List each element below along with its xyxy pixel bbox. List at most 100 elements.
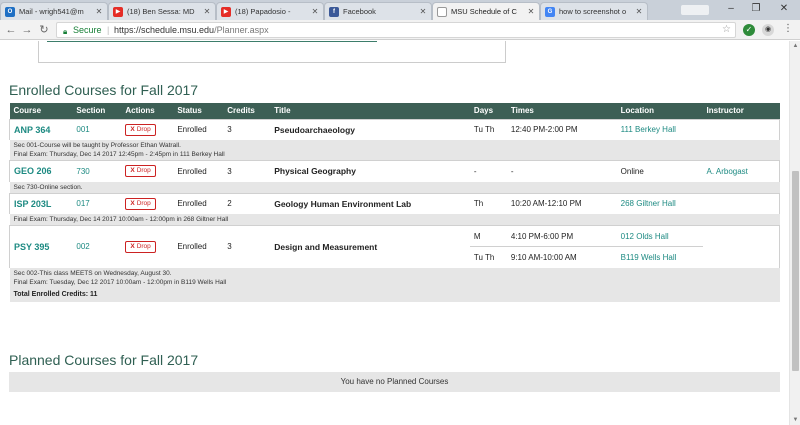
youtube-icon: ▶ — [113, 6, 123, 17]
planned-empty-message: You have no Planned Courses — [9, 372, 780, 392]
course-code-link[interactable]: GEO 206 — [14, 166, 52, 176]
location-link[interactable]: 268 Giltner Hall — [621, 199, 676, 208]
instructor-link[interactable]: A. Arbogast — [707, 167, 748, 176]
vertical-scrollbar[interactable]: ▲ ▼ — [789, 41, 800, 425]
course-note: Final Exam: Thursday, Dec 14 2017 10:00a… — [13, 216, 229, 223]
header-section: Section — [72, 103, 122, 119]
tab-label: MSU Schedule of C — [451, 7, 517, 16]
browser-tab-google[interactable]: G how to screenshot o ✕ — [540, 2, 648, 20]
forward-arrow-icon[interactable]: → — [20, 23, 34, 37]
planned-section-title: Planned Courses for Fall 2017 — [9, 352, 199, 368]
close-tab-icon[interactable]: ✕ — [634, 7, 644, 16]
course-notes-row: Final Exam: Thursday, Dec 14 2017 10:00a… — [9, 214, 780, 226]
days-cell: Th — [469, 192, 507, 214]
credits-cell: 2 — [223, 192, 271, 214]
profile-button[interactable] — [681, 5, 709, 15]
header-status: Status — [173, 103, 224, 119]
lock-icon: 🔒︎ — [63, 27, 68, 36]
section-link[interactable]: 730 — [76, 167, 89, 176]
url-host: https://schedule.msu.edu — [114, 25, 215, 35]
header-days: Days — [469, 103, 507, 119]
course-note: Sec 001-Course will be taught by Profess… — [13, 142, 181, 149]
url-path: /Planner.aspx — [214, 25, 269, 35]
location-link[interactable]: B119 Wells Hall — [621, 253, 677, 262]
close-window-icon[interactable]: ✕ — [775, 2, 793, 16]
days-cell: Tu Th — [469, 118, 507, 140]
back-arrow-icon[interactable]: ← — [4, 23, 18, 37]
header-instructor: Instructor — [702, 103, 780, 119]
section-link[interactable]: 017 — [76, 199, 89, 208]
course-title: Design and Measurement — [274, 241, 378, 252]
table-row: ANP 364 001 X Drop Enrolled 3 Pseudoarcha… — [9, 118, 780, 140]
close-tab-icon[interactable]: ✕ — [94, 7, 104, 16]
times-cell: 4:10 PM-6:00 PM — [506, 225, 617, 247]
drop-button[interactable]: X Drop — [125, 165, 156, 178]
tab-label: (18) Ben Sessa: MD — [127, 7, 195, 16]
course-title: Pseudoarchaeology — [274, 124, 355, 135]
browser-tab-mail[interactable]: O Mail - wrigh541@m ✕ — [0, 2, 108, 20]
google-icon: G — [545, 6, 555, 17]
tab-label: Mail - wrigh541@m — [19, 7, 84, 16]
table-row: PSY 395 002 X Drop Enrolled 3 Design and … — [9, 225, 780, 268]
total-credits: Total Enrolled Credits: 11 — [9, 287, 780, 302]
scroll-down-icon[interactable]: ▼ — [790, 415, 800, 425]
browser-tab-youtube-1[interactable]: ▶ (18) Ben Sessa: MD ✕ — [108, 2, 216, 20]
tab-label: how to screenshot o — [559, 7, 627, 16]
course-title: Geology Human Environment Lab — [274, 198, 412, 209]
days-cell: - — [469, 160, 507, 182]
section-link[interactable]: 002 — [76, 242, 89, 251]
drop-button[interactable]: X Drop — [125, 240, 156, 253]
address-bar[interactable]: 🔒︎ Secure | https://schedule.msu.edu/Pla… — [56, 22, 736, 38]
close-tab-icon[interactable]: ✕ — [526, 7, 536, 16]
course-title: Physical Geography — [274, 166, 356, 177]
extension-icon[interactable]: ◉ — [762, 24, 774, 36]
previous-section-box — [38, 41, 506, 63]
status-cell: Enrolled — [173, 160, 224, 182]
close-tab-icon[interactable]: ✕ — [202, 7, 212, 16]
close-tab-icon[interactable]: ✕ — [418, 7, 428, 16]
browser-toolbar: ← → ↻ 🔒︎ Secure | https://schedule.msu.e… — [0, 20, 800, 40]
times-cell: 12:40 PM-2:00 PM — [506, 118, 617, 140]
browser-tab-youtube-2[interactable]: ▶ (18) Papadosio - ✕ — [216, 2, 324, 20]
course-notes-row: Sec 001-Course will be taught by Profess… — [9, 140, 780, 161]
outlook-icon: O — [5, 6, 15, 17]
location-link[interactable]: 111 Berkey Hall — [621, 125, 676, 134]
bookmark-star-icon[interactable]: ☆ — [722, 23, 731, 37]
location-cell: Online — [616, 160, 703, 182]
url-separator: | — [107, 25, 110, 35]
status-cell: Enrolled — [173, 225, 224, 268]
table-header-row: Course Section Actions Status Credits Ti… — [9, 103, 780, 119]
days-cell: Tu Th — [469, 246, 507, 268]
minimize-icon[interactable]: – — [722, 2, 740, 16]
section-link[interactable]: 001 — [76, 125, 89, 134]
drop-button[interactable]: X Drop — [125, 197, 156, 210]
browser-tab-msu-schedule[interactable]: MSU Schedule of C ✕ — [432, 2, 540, 20]
close-tab-icon[interactable]: ✕ — [310, 7, 320, 16]
course-note: Final Exam: Tuesday, Dec 12 2017 10:00am… — [13, 278, 227, 286]
times-cell: - — [506, 160, 617, 182]
extension-check-icon[interactable]: ✓ — [743, 24, 755, 36]
credits-cell: 3 — [223, 225, 271, 268]
scrollbar-thumb[interactable] — [792, 171, 799, 371]
table-row: GEO 206 730 X Drop Enrolled 3 Physical Ge… — [9, 160, 780, 182]
restore-icon[interactable]: ❐ — [747, 2, 765, 16]
course-notes-row: Sec 002-This class MEETS on Wednesday, A… — [9, 267, 780, 288]
drop-button[interactable]: X Drop — [125, 123, 156, 136]
reload-icon[interactable]: ↻ — [37, 23, 51, 37]
youtube-icon: ▶ — [221, 6, 231, 17]
more-menu-icon[interactable]: ⋮ — [783, 23, 793, 34]
drop-label: Drop — [136, 242, 151, 250]
course-code-link[interactable]: ANP 364 — [14, 125, 50, 135]
status-cell: Enrolled — [173, 118, 224, 140]
course-code-link[interactable]: ISP 203L — [14, 199, 51, 209]
x-icon: X — [130, 167, 135, 175]
course-code-link[interactable]: PSY 395 — [14, 242, 49, 252]
table-row: ISP 203L 017 X Drop Enrolled 2 Geology Hu… — [9, 192, 780, 214]
location-link[interactable]: 012 Olds Hall — [621, 232, 669, 241]
header-credits: Credits — [223, 103, 271, 119]
enrolled-section-title: Enrolled Courses for Fall 2017 — [9, 82, 199, 98]
header-times: Times — [506, 103, 617, 119]
browser-tab-facebook[interactable]: f Facebook ✕ — [324, 2, 432, 20]
scroll-up-icon[interactable]: ▲ — [790, 41, 800, 51]
course-note: Final Exam: Thursday, Dec 14 2017 12:45p… — [13, 151, 225, 158]
